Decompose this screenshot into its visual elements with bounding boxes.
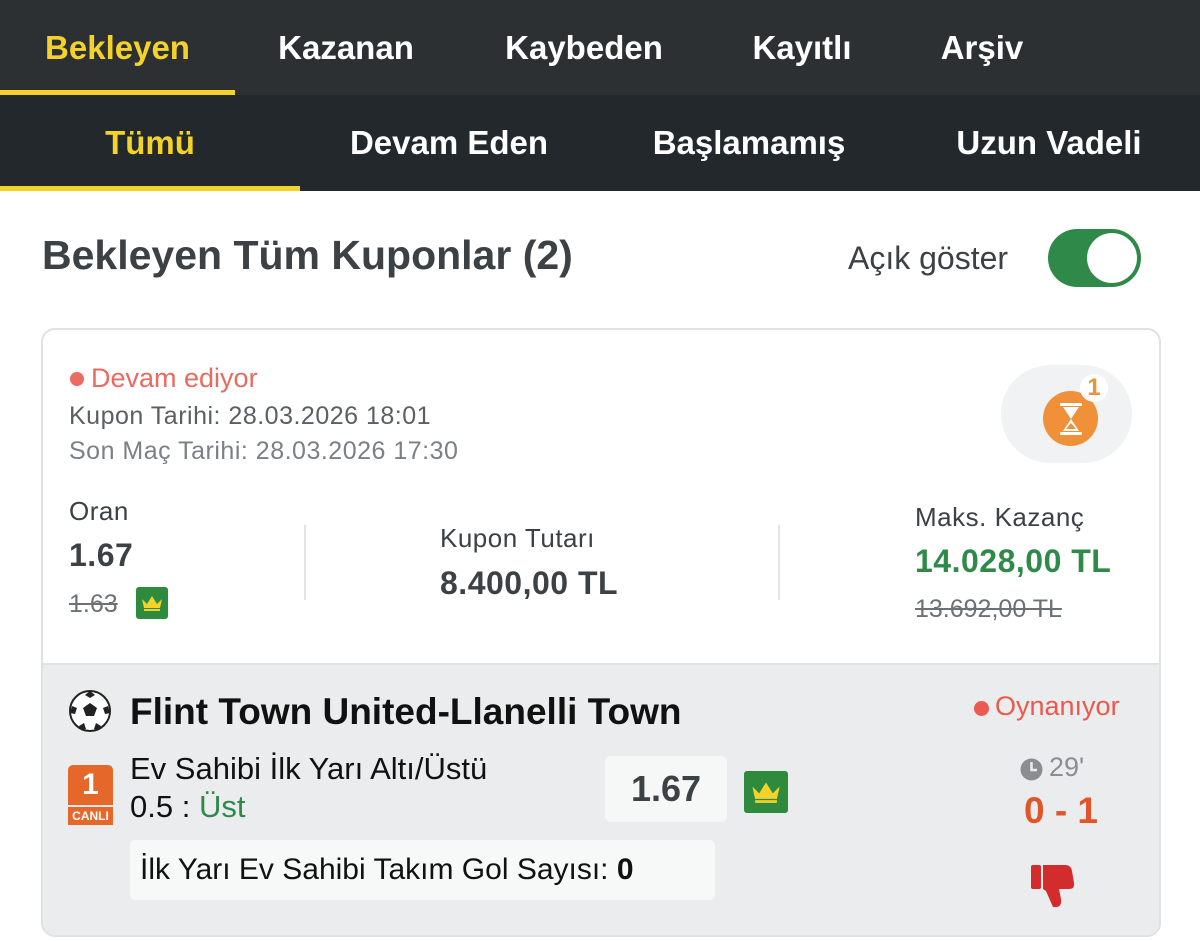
pending-count-badge: 1 [1080,374,1108,402]
selection-pick: Üst [198,789,246,824]
market-name: Ev Sahibi İlk Yarı Altı/Üstü [130,751,488,786]
top-tab-bar: Bekleyen Kazanan Kaybeden Kayıtlı Arşiv [0,0,1200,95]
stat-info-box: İlk Yarı Ev Sahibi Takım Gol Sayısı: 0 [130,840,715,900]
stat-value: 0 [616,853,634,886]
odds-value: 1.67 [69,537,134,573]
tab-baslamamis[interactable]: Başlamamış [598,95,900,191]
live-badge: 1 CANLI [68,765,113,825]
live-status: Oynanıyor [995,691,1120,721]
sub-tab-bar: Tümü Devam Eden Başlamamış Uzun Vadeli [0,95,1200,191]
match-row[interactable]: Flint Town United-Llanelli Town Oynanıyo… [43,663,1159,935]
odds-old-value: 1.63 [69,590,118,618]
crown-icon [744,771,788,813]
stat-label: İlk Yarı Ev Sahibi Takım Gol Sayısı: [140,853,609,886]
match-minute: 29' [1049,752,1085,782]
last-match-date: Son Maç Tarihi: 28.03.2026 17:30 [69,437,459,465]
coupon-status: Devam ediyor [91,363,258,393]
live-dot [974,701,989,716]
amount-value: 8.400,00 TL [440,565,619,601]
tab-tumu[interactable]: Tümü [0,95,300,191]
coupon-card[interactable]: Devam ediyor Kupon Tarihi: 28.03.2026 18… [41,328,1161,937]
pending-indicator[interactable]: 1 [1001,365,1132,463]
soccer-ball-icon [69,690,111,732]
max-win-value: 14.028,00 TL [915,543,1112,579]
selection-line: 0.5 : [130,789,191,824]
match-title: Flint Town United-Llanelli Town [130,691,682,732]
status-dot [70,372,84,386]
toggle-knob [1087,233,1137,283]
tab-devam-eden[interactable]: Devam Eden [300,95,598,191]
live-badge-label: CANLI [68,807,113,825]
max-win-label: Maks. Kazanç [915,502,1085,532]
coupon-date: Kupon Tarihi: 28.03.2026 18:01 [69,402,432,430]
divider [304,525,306,600]
live-badge-number: 1 [68,765,113,805]
tab-kazanan[interactable]: Kazanan [235,0,457,95]
tab-kaybeden[interactable]: Kaybeden [457,0,711,95]
thumbs-down-icon [1031,865,1075,907]
page-title: Bekleyen Tüm Kuponlar (2) [42,232,573,278]
amount-label: Kupon Tutarı [440,523,595,553]
clock-icon [1020,758,1043,781]
tab-bekleyen[interactable]: Bekleyen [0,0,235,95]
expand-toggle[interactable] [1048,229,1141,287]
active-subtab-indicator [0,186,300,191]
tab-kayitli[interactable]: Kayıtlı [711,0,893,95]
max-win-old-value: 13.692,00 TL [915,595,1062,623]
toggle-label: Açık göster [848,240,1009,276]
divider [778,525,780,600]
crown-icon [136,587,168,619]
match-score: 0 - 1 [1023,790,1099,831]
tab-uzun-vadeli[interactable]: Uzun Vadeli [900,95,1198,191]
selection-odd: 1.67 [605,756,727,822]
odds-label: Oran [69,496,129,526]
selection: 0.5 : Üst [130,789,245,825]
tab-arsiv[interactable]: Arşiv [893,0,1071,95]
